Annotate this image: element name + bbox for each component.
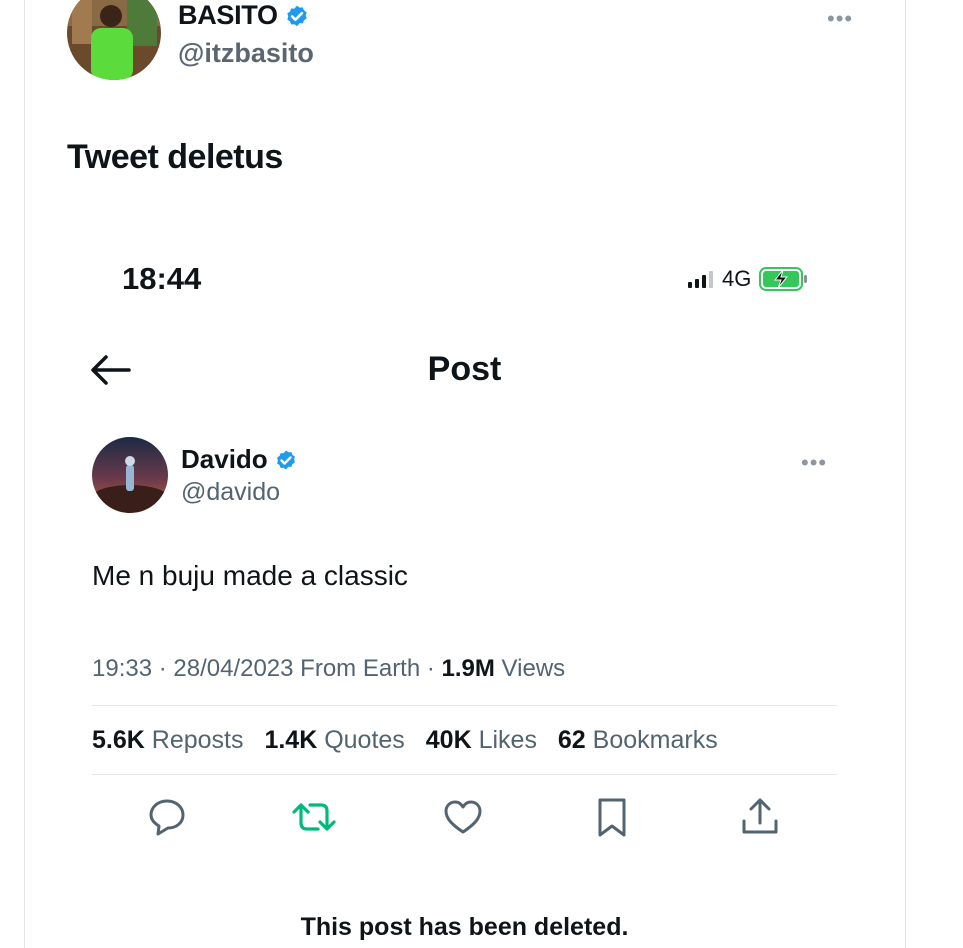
verified-badge-icon <box>287 5 307 27</box>
page-title-text: Post <box>427 350 502 388</box>
likes-stat[interactable]: 40K Likes <box>426 726 537 754</box>
divider <box>92 705 837 706</box>
reposts-label: Reposts <box>144 726 244 754</box>
status-bar-time: 18:44 <box>122 261 202 296</box>
bookmark-icon[interactable] <box>590 795 634 839</box>
outer-tweet-text: Tweet deletus <box>67 138 283 176</box>
likes-label: Likes <box>471 726 537 754</box>
inner-author-avatar[interactable] <box>92 437 168 513</box>
quotes-count: 1.4K <box>264 726 318 754</box>
reposts-count: 5.6K <box>92 726 145 754</box>
battery-charging-icon <box>759 267 808 291</box>
signal-icon <box>688 271 713 288</box>
page-title: Post <box>0 350 963 389</box>
quotes-label: Quotes <box>317 726 405 754</box>
inner-author-name[interactable]: Davido <box>181 444 298 475</box>
verified-badge-icon <box>276 450 295 470</box>
bookmarks-count: 62 <box>557 726 586 754</box>
bookmarks-stat[interactable]: 62 Bookmarks <box>558 726 718 754</box>
repost-icon[interactable] <box>292 795 336 839</box>
outer-author-handle[interactable]: @itzbasito <box>178 38 314 69</box>
outer-author-name-text[interactable]: BASITO <box>178 0 278 30</box>
quotes-stat[interactable]: 1.4K Quotes <box>264 726 404 754</box>
engagement-stats: 5.6K Reposts 1.4K Quotes 40K Likes 62 Bo… <box>92 726 732 755</box>
likes-count: 40K <box>425 726 472 754</box>
deleted-notice-text: This post has been deleted. <box>300 913 629 941</box>
inner-author-handle[interactable]: @davido <box>181 478 280 507</box>
bookmarks-label: Bookmarks <box>585 726 718 754</box>
like-icon[interactable] <box>441 795 485 839</box>
inner-author-name-text[interactable]: Davido <box>181 444 268 474</box>
views-count[interactable]: 1.9M <box>442 655 495 682</box>
reply-icon[interactable] <box>145 795 189 839</box>
post-timestamp-line: 19:33 · 28/04/2023 From Earth · 1.9M Vie… <box>92 655 565 683</box>
inner-more-icon[interactable]: ••• <box>801 450 827 476</box>
divider <box>92 774 837 775</box>
deleted-notice: This post has been deleted. <box>0 913 963 942</box>
share-icon[interactable] <box>738 795 782 839</box>
reposts-stat[interactable]: 5.6K Reposts <box>92 726 243 754</box>
status-bar-indicators: 4G <box>688 266 809 292</box>
views-label: Views <box>494 655 566 682</box>
network-type: 4G <box>722 266 752 291</box>
post-timestamp: 19:33 · 28/04/2023 From Earth · <box>92 655 442 682</box>
outer-author-name[interactable]: BASITO <box>178 0 310 31</box>
outer-more-icon[interactable]: ••• <box>827 6 853 32</box>
inner-post-text: Me n buju made a classic <box>92 560 408 591</box>
